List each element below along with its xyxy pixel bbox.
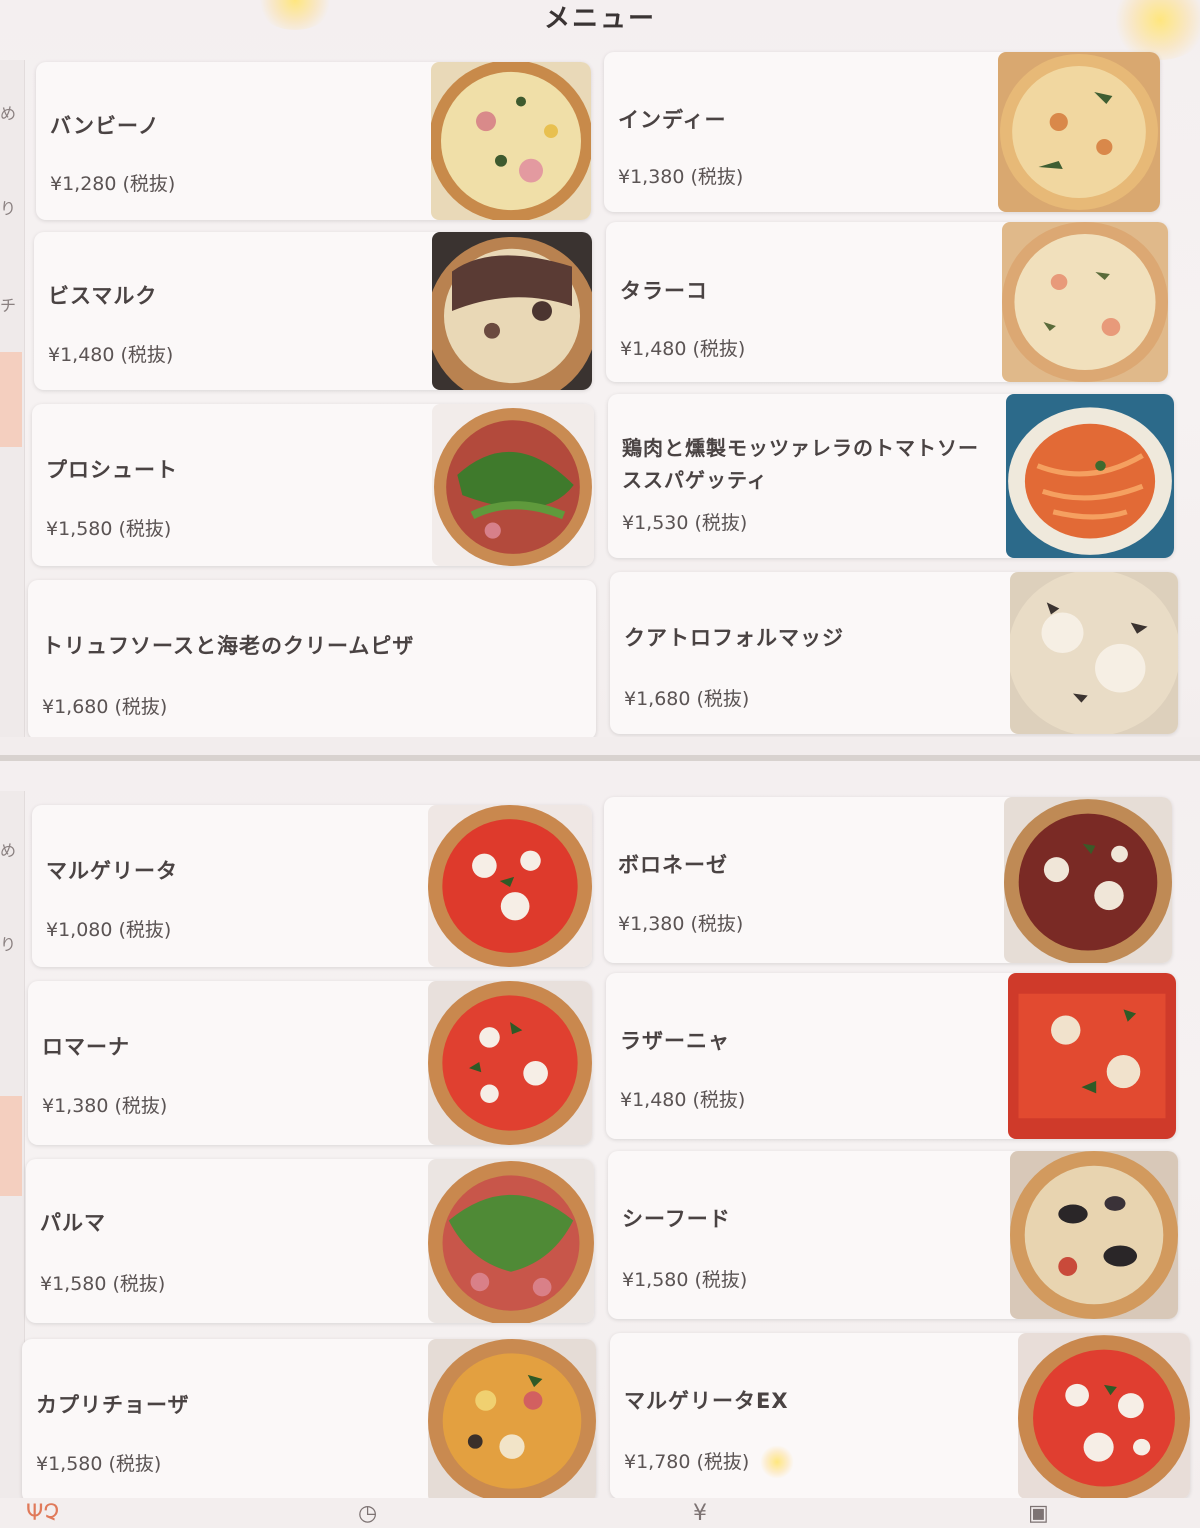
item-name: タラーコ bbox=[620, 279, 708, 303]
pizza-image bbox=[428, 1339, 596, 1503]
item-name: マルゲリータEX bbox=[624, 1389, 789, 1413]
menu-item-card[interactable]: ロマーナ ¥1,380 (税抜) bbox=[28, 981, 592, 1145]
pasta-image bbox=[1006, 394, 1174, 558]
item-price: ¥1,480 (税抜) bbox=[620, 1089, 746, 1111]
menu-item-card[interactable]: マルゲリータ ¥1,080 (税抜) bbox=[32, 805, 592, 967]
light-glare bbox=[760, 1445, 794, 1479]
menu-item-card[interactable]: ビスマルク ¥1,480 (税抜) bbox=[34, 232, 592, 390]
menu-item-card[interactable]: マルゲリータEX ¥1,780 (税抜) bbox=[610, 1333, 1190, 1499]
qr-icon[interactable]: ▣ bbox=[1028, 1501, 1049, 1526]
item-price: ¥1,580 (税抜) bbox=[622, 1269, 748, 1291]
menu-screen-bottom: め り マルゲリータ ¥1,080 (税抜) ボロネーゼ ¥1,380 (税抜)… bbox=[0, 761, 1200, 1528]
page-title: メニュー bbox=[543, 4, 656, 34]
item-price: ¥1,380 (税抜) bbox=[618, 166, 744, 188]
item-price: ¥1,380 (税抜) bbox=[42, 1095, 168, 1117]
item-name: クアトロフォルマッジ bbox=[624, 626, 844, 650]
sidebar-tab[interactable]: チ bbox=[0, 292, 22, 316]
category-sidebar: め り チ bbox=[0, 60, 25, 755]
item-name: トリュフソースと海老のクリームピザ bbox=[42, 634, 415, 658]
item-name: バンビーノ bbox=[50, 114, 160, 138]
item-name: シーフード bbox=[622, 1207, 731, 1231]
item-price: ¥1,280 (税抜) bbox=[50, 173, 176, 195]
pizza-image bbox=[432, 404, 594, 566]
menu-item-card[interactable]: トリュフソースと海老のクリームピザ ¥1,680 (税抜) bbox=[28, 580, 596, 740]
menu-item-card[interactable]: クアトロフォルマッジ ¥1,680 (税抜) bbox=[610, 572, 1178, 734]
item-price: ¥1,480 (税抜) bbox=[620, 338, 746, 360]
item-price: ¥1,530 (税抜) bbox=[622, 512, 748, 534]
pizza-image bbox=[428, 805, 592, 967]
item-name: 鶏肉と燻製モッツァレラのトマトソーススパゲッティ bbox=[622, 436, 979, 492]
item-name: ロマーナ bbox=[42, 1035, 130, 1059]
item-name: カプリチョーザ bbox=[36, 1393, 190, 1417]
bottom-nav-bar: ΨՉ ◷ ¥ ▣ bbox=[0, 1498, 1200, 1528]
menu-item-card[interactable]: カプリチョーザ ¥1,580 (税抜) bbox=[22, 1339, 596, 1503]
pizza-image bbox=[1002, 222, 1168, 382]
pizza-image bbox=[1018, 1333, 1190, 1499]
item-price: ¥1,580 (税抜) bbox=[36, 1453, 162, 1475]
pizza-image bbox=[1010, 572, 1178, 734]
pizza-image bbox=[432, 232, 592, 390]
item-name: ビスマルク bbox=[48, 284, 158, 308]
item-price: ¥1,780 (税抜) bbox=[624, 1451, 750, 1473]
item-name: マルゲリータ bbox=[46, 859, 178, 883]
menu-screen-top: メニュー め り チ バンビーノ ¥1,280 (税抜) インディー ¥1,38… bbox=[0, 0, 1200, 755]
bill-icon[interactable]: ¥ bbox=[693, 1501, 707, 1526]
sidebar-tab[interactable]: り bbox=[0, 195, 22, 219]
menu-item-card[interactable]: パルマ ¥1,580 (税抜) bbox=[26, 1159, 594, 1323]
sidebar-tab[interactable]: め bbox=[0, 837, 22, 861]
item-price: ¥1,080 (税抜) bbox=[46, 919, 172, 941]
history-icon[interactable]: ◷ bbox=[358, 1501, 377, 1526]
sidebar-tab[interactable]: り bbox=[0, 931, 22, 955]
menu-item-card[interactable]: タラーコ ¥1,480 (税抜) bbox=[606, 222, 1168, 382]
item-price: ¥1,680 (税抜) bbox=[42, 696, 168, 718]
pizza-image bbox=[1004, 797, 1172, 963]
lasagna-image bbox=[1008, 973, 1176, 1139]
menu-item-card[interactable]: 鶏肉と燻製モッツァレラのトマトソーススパゲッティ ¥1,530 (税抜) bbox=[608, 394, 1174, 558]
menu-item-card[interactable]: シーフード ¥1,580 (税抜) bbox=[608, 1151, 1178, 1319]
pizza-image bbox=[998, 52, 1160, 212]
menu-icon[interactable]: ΨՉ bbox=[26, 1501, 59, 1526]
item-name: インディー bbox=[618, 108, 727, 132]
menu-item-card[interactable]: プロシュート ¥1,580 (税抜) bbox=[32, 404, 594, 566]
menu-item-card[interactable]: インディー ¥1,380 (税抜) bbox=[604, 52, 1160, 212]
item-price: ¥1,580 (税抜) bbox=[46, 518, 172, 540]
menu-item-card[interactable]: バンビーノ ¥1,280 (税抜) bbox=[36, 62, 591, 220]
item-price: ¥1,680 (税抜) bbox=[624, 688, 750, 710]
item-price: ¥1,380 (税抜) bbox=[618, 913, 744, 935]
bottom-nav-bar bbox=[0, 737, 1200, 755]
pizza-image bbox=[428, 981, 592, 1145]
item-name: ボロネーゼ bbox=[618, 853, 728, 877]
sidebar-active-indicator bbox=[0, 352, 22, 447]
item-price: ¥1,580 (税抜) bbox=[40, 1273, 166, 1295]
item-name: プロシュート bbox=[46, 458, 178, 482]
item-name: ラザーニャ bbox=[620, 1029, 730, 1053]
menu-item-card[interactable]: ボロネーゼ ¥1,380 (税抜) bbox=[604, 797, 1172, 963]
item-price: ¥1,480 (税抜) bbox=[48, 344, 174, 366]
pizza-image bbox=[428, 1159, 594, 1323]
item-name: パルマ bbox=[40, 1211, 106, 1235]
sidebar-active-indicator bbox=[0, 1096, 22, 1196]
sidebar-tab[interactable]: め bbox=[0, 100, 22, 124]
menu-item-card[interactable]: ラザーニャ ¥1,480 (税抜) bbox=[606, 973, 1176, 1139]
pizza-image bbox=[1010, 1151, 1178, 1319]
pizza-image bbox=[431, 62, 591, 220]
